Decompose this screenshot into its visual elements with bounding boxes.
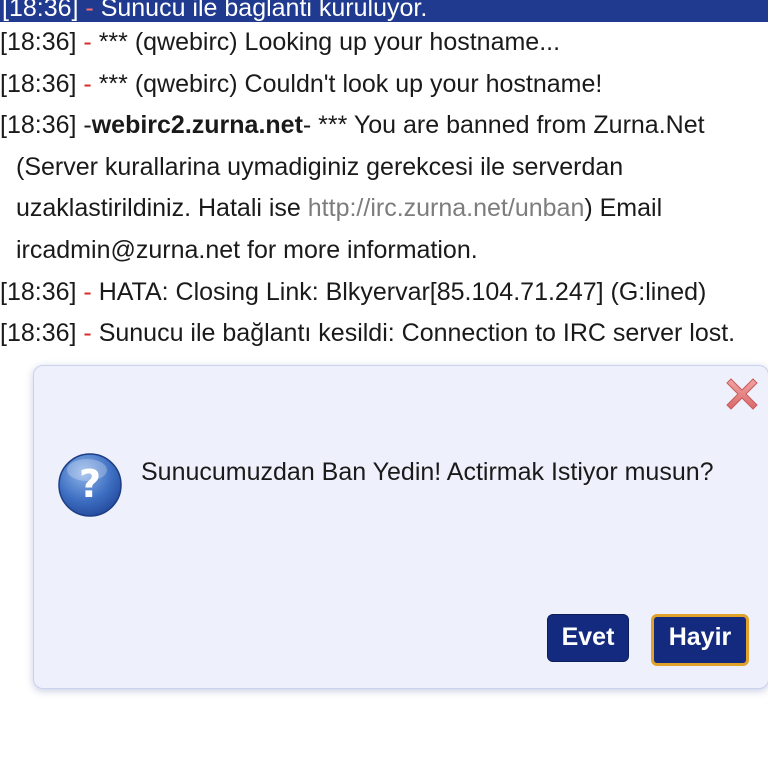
- close-button[interactable]: [724, 376, 760, 412]
- log-text: Sunucu ile bağlantı kesildi: Connection …: [98, 319, 736, 348]
- evet-button[interactable]: Evet: [547, 614, 629, 662]
- log-line: [18:36] - HATA: Closing Link: Blkyervar[…: [0, 272, 768, 314]
- log-timestamp: [18:36]: [0, 28, 77, 56]
- log-dash: -: [83, 319, 92, 348]
- log-line: [18:36] - Sunucu ile bağlantı kesildi: C…: [0, 313, 768, 355]
- svg-text:?: ?: [79, 462, 101, 506]
- server-suffix: -: [302, 111, 312, 140]
- log-timestamp: [18:36]: [0, 277, 77, 306]
- status-header: [18:36] - Sunucu ile baglanti kuruluyor.: [0, 0, 768, 22]
- question-icon: ?: [57, 452, 123, 518]
- chat-log: [18:36] - *** (qwebirc) Looking up your …: [0, 22, 768, 355]
- log-dash: -: [83, 28, 92, 56]
- server-prefix: -: [83, 111, 92, 140]
- log-text: *** (qwebirc) Couldn't look up your host…: [98, 69, 603, 98]
- log-line: [18:36] - *** (qwebirc) Looking up your …: [0, 22, 768, 64]
- header-timestamp: [18:36]: [2, 0, 79, 22]
- log-text: HATA: Closing Link: Blkyervar[85.104.71.…: [98, 277, 707, 306]
- log-timestamp: [18:36]: [0, 69, 77, 98]
- dialog-message: Sunucumuzdan Ban Yedin! Actirmak Istiyor…: [141, 458, 714, 486]
- log-line-ban: [18:36] -webirc2.zurna.net- *** You are …: [0, 105, 768, 271]
- server-name: webirc2.zurna.net: [91, 111, 303, 140]
- log-timestamp: [18:36]: [0, 111, 77, 140]
- log-dash: -: [83, 69, 92, 98]
- log-line: [18:36] - *** (qwebirc) Couldn't look up…: [0, 64, 768, 106]
- log-dash: -: [83, 277, 92, 306]
- unban-link[interactable]: http://irc.zurna.net/unban: [308, 194, 585, 222]
- close-icon[interactable]: [724, 376, 760, 412]
- header-text: Sunucu ile baglanti kuruluyor.: [100, 0, 428, 22]
- hayir-button[interactable]: Hayir: [651, 614, 749, 666]
- ban-dialog: ? Sunucumuzdan Ban Yedin! Actirmak Istiy…: [33, 365, 768, 689]
- header-dash: -: [85, 0, 94, 22]
- header-line: [18:36] - Sunucu ile baglanti kuruluyor.: [2, 0, 427, 21]
- log-text: *** (qwebirc) Looking up your hostname..…: [98, 28, 561, 56]
- log-timestamp: [18:36]: [0, 319, 77, 348]
